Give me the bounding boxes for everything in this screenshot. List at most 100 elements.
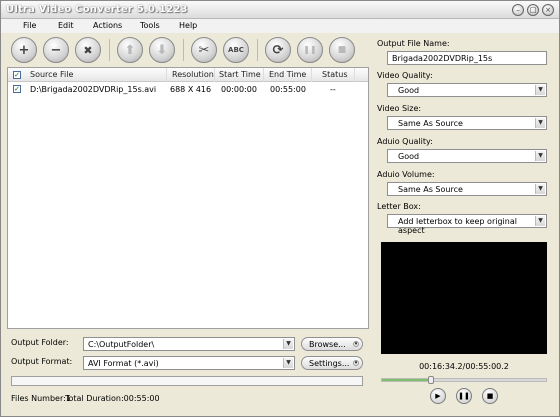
convert-button[interactable]: ⟳ — [265, 37, 291, 63]
total-duration: Total Duration:00:55:00 — [65, 394, 160, 403]
letter-box-label: Letter Box: — [377, 202, 421, 211]
video-preview — [381, 242, 547, 354]
video-quality-label: Video Quality: — [377, 71, 433, 80]
file-list-header: ✓ Source File Resolution Start Time End … — [8, 68, 368, 82]
row-start-time: 00:00:00 — [221, 85, 257, 94]
menu-help[interactable]: Help — [179, 21, 197, 30]
dropdown-arrow-icon[interactable]: ▼ — [535, 184, 545, 194]
rename-button[interactable]: ABC — [223, 37, 249, 63]
move-down-button[interactable]: ⬇ — [149, 37, 175, 63]
column-source-file[interactable]: Source File — [30, 70, 73, 79]
menu-tools[interactable]: Tools — [140, 21, 160, 30]
scissors-icon: ✂ — [198, 42, 210, 58]
menu-actions[interactable]: Actions — [93, 21, 122, 30]
minus-icon: − — [50, 42, 62, 58]
browse-button-label: Browse... — [309, 340, 346, 349]
column-divider — [214, 68, 215, 82]
output-format-label: Output Format: — [11, 357, 73, 366]
convert-icon: ⟳ — [272, 42, 284, 58]
video-size-value: Same As Source — [398, 119, 463, 128]
letter-box-select[interactable]: Add letterbox to keep original aspect ▼ — [387, 214, 547, 235]
row-status: -- — [330, 85, 336, 94]
output-format-combo[interactable]: AVI Format (*.avi) ▼ — [83, 356, 295, 370]
settings-button-label: Settings... — [309, 359, 350, 368]
row-end-time: 00:55:00 — [270, 85, 306, 94]
output-file-name-input[interactable]: Brigada2002DVDRip_15s — [387, 51, 547, 65]
stop-icon: ■ — [486, 392, 494, 400]
video-quality-select[interactable]: Good ▼ — [387, 83, 547, 97]
play-icon: ▶ — [435, 392, 441, 400]
column-end-time[interactable]: End Time — [269, 70, 306, 79]
seek-thumb[interactable] — [428, 376, 435, 384]
row-source-file: D:\Brigada2002DVDRip_15s.avi — [30, 85, 157, 94]
video-quality-value: Good — [398, 86, 420, 95]
seek-bar[interactable] — [381, 376, 547, 384]
video-size-select[interactable]: Same As Source ▼ — [387, 116, 547, 130]
conversion-progress-bar — [11, 376, 363, 386]
select-all-checkbox[interactable]: ✓ — [13, 71, 21, 79]
clear-list-button[interactable]: ✖ — [75, 37, 101, 63]
audio-volume-label: Aduio Volume: — [377, 170, 435, 179]
output-folder-combo[interactable]: C:\OutputFolder\ ▼ — [83, 337, 295, 351]
settings-panel: Output File Name: Brigada2002DVDRip_15s … — [373, 35, 553, 235]
toolbar: + − ✖ ⬆ ⬇ ✂ ABC ⟳ ❚❚ ■ — [5, 33, 369, 65]
dropdown-arrow-icon[interactable]: ▼ — [535, 118, 545, 128]
stop-button[interactable]: ■ — [329, 37, 355, 63]
menu-bar: File Edit Actions Tools Help — [1, 19, 559, 33]
main-window: Ultra Video Converter 5.0.1223 – □ × Fil… — [0, 0, 560, 417]
video-size-label: Video Size: — [377, 104, 422, 113]
column-divider — [166, 68, 167, 82]
pause-button[interactable]: ❚❚ — [297, 37, 323, 63]
pause-icon: ❚❚ — [303, 45, 317, 54]
output-file-name-value: Brigada2002DVDRip_15s — [392, 54, 493, 63]
audio-quality-label: Aduio Quality: — [377, 137, 433, 146]
settings-button[interactable]: Settings... ▾ — [301, 356, 363, 370]
menu-file[interactable]: File — [23, 21, 36, 30]
dropdown-arrow-icon[interactable]: ▼ — [535, 216, 545, 226]
dropdown-arrow-icon[interactable]: ▼ — [283, 339, 293, 349]
status-bar: Files Number:1 Total Duration:00:55:00 — [7, 393, 369, 406]
dropdown-arrow-icon[interactable]: ▼ — [283, 358, 293, 368]
add-file-button[interactable]: + — [11, 37, 37, 63]
maximize-icon[interactable]: □ — [527, 4, 539, 16]
column-divider — [354, 68, 355, 82]
browse-button[interactable]: Browse... ▾ — [301, 337, 363, 351]
column-start-time[interactable]: Start Time — [219, 70, 261, 79]
audio-volume-select[interactable]: Same As Source ▼ — [387, 182, 547, 196]
pause-playback-button[interactable]: ❚❚ — [456, 388, 472, 404]
abc-icon: ABC — [228, 45, 244, 54]
play-button[interactable]: ▶ — [430, 388, 446, 404]
toolbar-separator — [257, 39, 258, 61]
column-resolution[interactable]: Resolution — [172, 70, 214, 79]
table-row[interactable]: ✓ D:\Brigada2002DVDRip_15s.avi 688 X 416… — [8, 83, 368, 96]
row-checkbox[interactable]: ✓ — [13, 85, 21, 93]
toolbar-separator — [183, 39, 184, 61]
move-up-button[interactable]: ⬆ — [117, 37, 143, 63]
minimize-icon[interactable]: – — [512, 4, 524, 16]
close-icon[interactable]: × — [542, 4, 554, 16]
stop-icon: ■ — [337, 44, 347, 55]
file-list[interactable]: ✓ Source File Resolution Start Time End … — [7, 67, 369, 329]
dropdown-arrow-icon[interactable]: ▼ — [535, 151, 545, 161]
arrow-up-icon: ⬆ — [124, 42, 136, 58]
playback-time: 00:16:34.2/00:55:00.2 — [419, 362, 509, 371]
seek-bar-fill — [382, 379, 432, 381]
trim-button[interactable]: ✂ — [191, 37, 217, 63]
audio-volume-value: Same As Source — [398, 185, 463, 194]
window-title: Ultra Video Converter 5.0.1223 — [6, 4, 188, 15]
pause-icon: ❚❚ — [458, 392, 470, 400]
stop-playback-button[interactable]: ■ — [482, 388, 498, 404]
audio-quality-value: Good — [398, 152, 420, 161]
files-number: Files Number:1 — [11, 394, 71, 403]
letter-box-value: Add letterbox to keep original aspect — [398, 217, 517, 235]
output-folder-label: Output Folder: — [11, 338, 69, 347]
audio-quality-select[interactable]: Good ▼ — [387, 149, 547, 163]
dropdown-arrow-icon[interactable]: ▼ — [535, 85, 545, 95]
column-divider — [311, 68, 312, 82]
output-format-value: AVI Format (*.avi) — [88, 359, 159, 368]
column-status[interactable]: Status — [322, 70, 348, 79]
remove-file-button[interactable]: − — [43, 37, 69, 63]
menu-edit[interactable]: Edit — [58, 21, 74, 30]
title-bar[interactable]: Ultra Video Converter 5.0.1223 – □ × — [1, 1, 559, 19]
plus-icon: + — [18, 42, 30, 58]
